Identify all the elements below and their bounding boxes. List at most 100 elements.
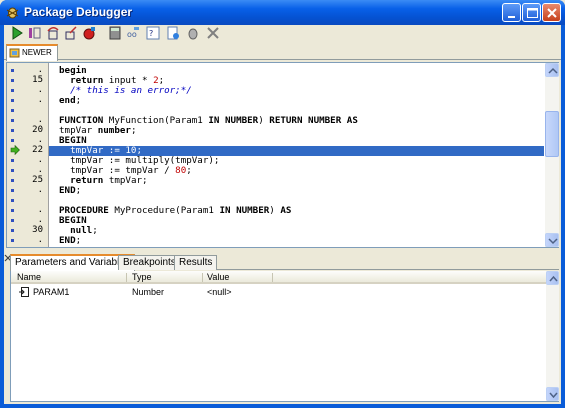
editor-vertical-scrollbar[interactable]: [545, 63, 559, 247]
scroll-up-button[interactable]: [545, 63, 559, 77]
run-icon[interactable]: [10, 26, 24, 40]
line-number: .: [37, 205, 43, 215]
debug-icon[interactable]: [186, 26, 200, 40]
code-editor[interactable]: . 15... 20. 22.. 25... 30. begin return input…: [6, 62, 559, 248]
minimize-button[interactable]: [502, 3, 521, 22]
line-number: 25: [32, 175, 43, 185]
line-number: 30: [32, 225, 43, 235]
code-line-text: PROCEDURE MyProcedure(Param1 IN NUMBER) …: [59, 205, 292, 216]
calculator-icon[interactable]: [108, 26, 122, 40]
breakable-line-marker[interactable]: [11, 199, 14, 202]
column-header-type[interactable]: Type: [132, 272, 152, 282]
code-line[interactable]: end;: [49, 95, 544, 106]
column-header-value[interactable]: Value: [207, 272, 229, 282]
code-line[interactable]: BEGIN: [49, 215, 544, 226]
breakable-line-marker[interactable]: [11, 99, 14, 102]
breakable-line-marker[interactable]: [11, 69, 14, 72]
breakable-line-marker[interactable]: [11, 109, 14, 112]
breakable-line-marker[interactable]: [11, 229, 14, 232]
chevron-down-icon: [548, 238, 558, 245]
parameter-in-icon: [19, 287, 29, 297]
breakable-line-marker[interactable]: [11, 79, 14, 82]
breakable-line-marker[interactable]: [11, 139, 14, 142]
line-number: .: [37, 185, 43, 195]
tab-results[interactable]: Results: [174, 255, 218, 270]
window-title: Package Debugger: [24, 5, 133, 19]
column-separator[interactable]: [126, 273, 127, 282]
tab-newer-label: NEWER: [22, 48, 52, 57]
scroll-down-button[interactable]: [545, 233, 559, 247]
table-row[interactable]: PARAM1 Number <null>: [11, 287, 546, 299]
variables-grid: Name Type Value PARAM1 Number <null>: [10, 271, 559, 402]
breakable-line-marker[interactable]: [11, 159, 14, 162]
code-area[interactable]: begin return input * 2; /* this is an er…: [49, 63, 544, 247]
breakable-line-marker[interactable]: [11, 89, 14, 92]
execution-arrow-icon: [10, 145, 20, 155]
code-line-text: END;: [59, 235, 82, 246]
gutter-line[interactable]: .: [7, 95, 49, 106]
step-into-icon[interactable]: [28, 26, 42, 40]
chevron-up-icon: [548, 67, 558, 74]
grid-header: Name Type Value: [11, 271, 546, 284]
code-line-text: end;: [59, 95, 82, 106]
breakable-line-marker[interactable]: [11, 169, 14, 172]
breakable-line-marker[interactable]: [11, 119, 14, 122]
breakable-line-marker[interactable]: [11, 189, 14, 192]
code-line[interactable]: END;: [49, 185, 544, 196]
package-icon: [9, 48, 20, 58]
code-line[interactable]: tmpVar number;: [49, 125, 544, 136]
gutter-line[interactable]: .: [7, 185, 49, 196]
line-number: .: [37, 165, 43, 175]
code-line[interactable]: END;: [49, 235, 544, 246]
code-line[interactable]: PROCEDURE MyProcedure(Param1 IN NUMBER) …: [49, 205, 544, 216]
title-bar[interactable]: Package Debugger: [0, 0, 565, 25]
watch-icon[interactable]: oo: [126, 26, 140, 40]
line-number: .: [37, 95, 43, 105]
cell-type: Number: [132, 287, 165, 297]
step-over-icon[interactable]: [46, 26, 60, 40]
stop-icon[interactable]: [206, 26, 220, 40]
breakable-line-marker[interactable]: [11, 219, 14, 222]
bottom-tab-strip: Parameters and Variables Breakpoints Res…: [10, 254, 559, 271]
evaluate-icon[interactable]: ?: [146, 26, 160, 40]
line-number: 22: [32, 145, 43, 155]
app-window: Package Debugger oo ? NEWER . 15 . . . 2…: [0, 0, 565, 408]
column-separator[interactable]: [202, 273, 203, 282]
line-number: .: [37, 85, 43, 95]
svg-text:oo: oo: [127, 30, 137, 39]
compile-icon[interactable]: [166, 26, 180, 40]
gutter-line[interactable]: .: [7, 235, 49, 246]
column-separator[interactable]: [272, 273, 273, 282]
breakable-line-marker[interactable]: [11, 179, 14, 182]
line-number: .: [37, 155, 43, 165]
bug-app-icon: [6, 7, 19, 19]
code-line[interactable]: /* this is an error;*/: [49, 85, 544, 96]
window-client: oo ? NEWER . 15... 20. 22.. 25... 30. begin r…: [4, 25, 561, 404]
tab-breakpoints[interactable]: Breakpoints: [118, 255, 181, 270]
line-number: .: [37, 235, 43, 245]
line-number: 20: [32, 125, 43, 135]
grid-vertical-scrollbar[interactable]: [546, 271, 559, 401]
breakable-line-marker[interactable]: [11, 129, 14, 132]
chevron-down-icon: [549, 392, 558, 399]
column-header-name[interactable]: Name: [17, 272, 41, 282]
breakpoint-icon[interactable]: [82, 26, 96, 40]
toolbar: oo ?: [4, 25, 561, 43]
step-out-icon[interactable]: [64, 26, 78, 40]
line-number: 15: [32, 75, 43, 85]
close-button[interactable]: [542, 3, 561, 22]
breakable-line-marker[interactable]: [11, 209, 14, 212]
breakable-line-marker[interactable]: [11, 239, 14, 242]
code-line-text: END;: [59, 185, 82, 196]
tab-parameters-and-variables[interactable]: Parameters and Variables: [10, 254, 135, 271]
line-number: .: [37, 135, 43, 145]
line-number: .: [37, 115, 43, 125]
code-line[interactable]: null;: [49, 225, 544, 236]
tab-newer[interactable]: NEWER: [6, 44, 58, 61]
grid-scroll-up-button[interactable]: [546, 271, 559, 285]
minimize-icon: [508, 16, 515, 18]
code-line[interactable]: return tmpVar;: [49, 175, 544, 186]
scrollbar-thumb[interactable]: [545, 111, 559, 157]
maximize-button[interactable]: [522, 3, 541, 22]
grid-scroll-down-button[interactable]: [546, 387, 559, 401]
